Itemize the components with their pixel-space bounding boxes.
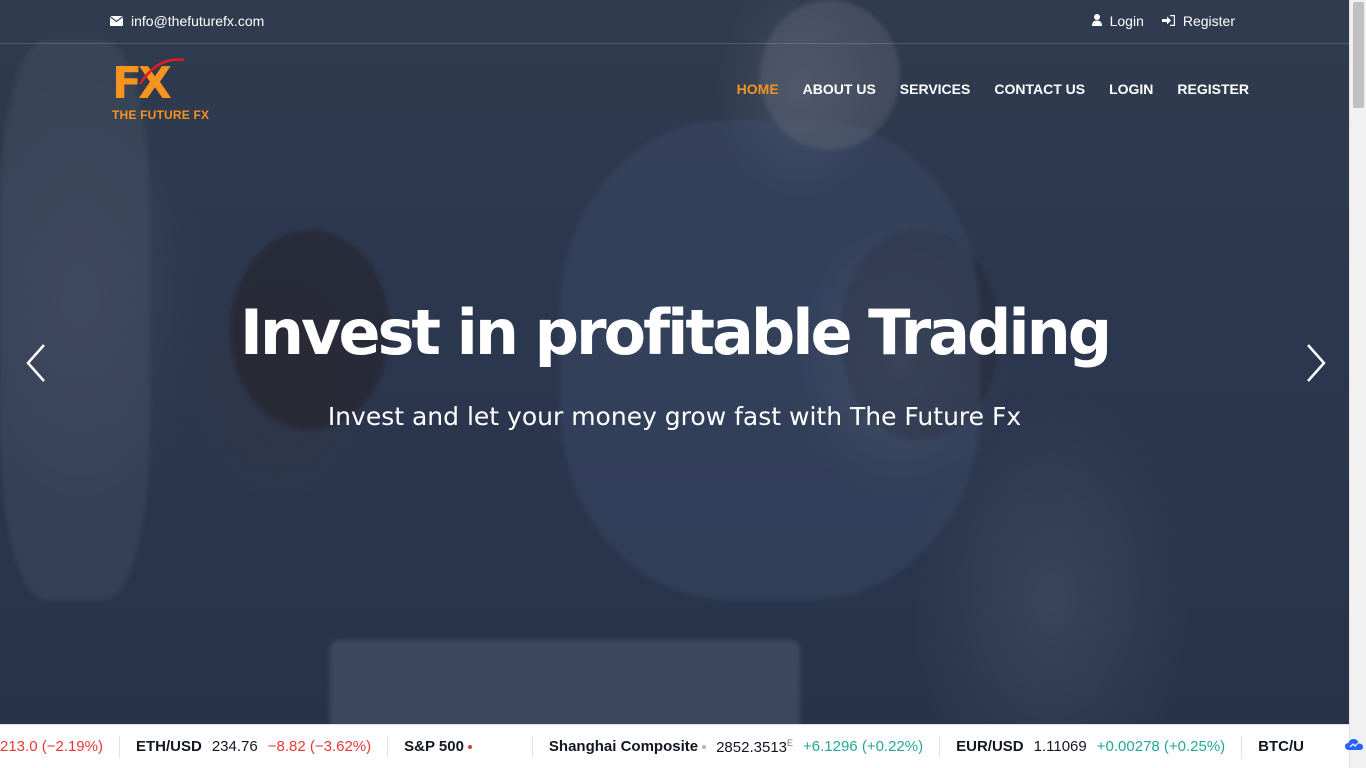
market-status-dot xyxy=(467,744,472,749)
chevron-right-icon xyxy=(1307,344,1326,382)
ticker-symbol: S&P 500 xyxy=(404,738,464,755)
hero-laptop-shape xyxy=(330,640,800,724)
nav-services[interactable]: SERVICES xyxy=(900,81,971,97)
ticker-symbol: Shanghai Composite xyxy=(548,738,699,755)
ticker-price-suffix: E xyxy=(787,737,794,748)
brand-logo[interactable]: FX THE FUTURE FX xyxy=(112,58,222,122)
nav-about-us[interactable]: ABOUT US xyxy=(803,81,876,97)
contact-email[interactable]: info@thefuturefx.com xyxy=(109,13,265,29)
nav-login[interactable]: LOGIN xyxy=(1109,81,1153,97)
nav-home[interactable]: HOME xyxy=(737,81,779,97)
user-icon xyxy=(1091,13,1102,29)
main-nav: HOME ABOUT US SERVICES CONTACT US LOGIN … xyxy=(737,81,1249,97)
carousel-prev-button[interactable] xyxy=(22,343,52,383)
ticker-item[interactable]: S&P 500 xyxy=(388,735,533,758)
hero-subline: Invest and let your money grow fast with… xyxy=(327,402,1022,431)
logo-swoosh-icon xyxy=(138,58,185,85)
topbar-login-link[interactable]: Login xyxy=(1091,13,1144,29)
register-label: Register xyxy=(1182,13,1235,29)
scrollbar-thumb[interactable] xyxy=(1353,2,1364,108)
hero-headline: Invest in profitable Trading xyxy=(239,296,1112,369)
ticker-item[interactable]: Shanghai Composite 2852.3513E +6.1296 (+… xyxy=(533,735,941,758)
logo-mark: FX xyxy=(112,58,222,108)
ticker-symbol: ETH/USD xyxy=(136,738,202,755)
ticker-symbol: BTC/U xyxy=(1258,738,1304,755)
tradingview-cloud-icon[interactable] xyxy=(1344,736,1364,754)
top-bar: info@thefuturefx.com Login Register xyxy=(0,0,1349,44)
email-text: info@thefuturefx.com xyxy=(131,13,265,29)
nav-contact-us[interactable]: CONTACT US xyxy=(994,81,1085,97)
auth-links: Login Register xyxy=(1091,13,1235,29)
envelope-icon xyxy=(109,13,124,29)
chevron-left-icon xyxy=(26,344,45,382)
ticker-item[interactable]: EUR/USD 1.11069 +0.00278 (+0.25%) xyxy=(940,735,1243,758)
ticker-change: +6.1296 (+0.22%) xyxy=(803,738,924,755)
ticker-change: 213.0 (−2.19%) xyxy=(0,738,103,755)
ticker-price: 2852.3513E xyxy=(716,738,793,756)
ticker-item[interactable]: ETH/USD 234.76 −8.82 (−3.62%) xyxy=(120,735,389,758)
ticker-price: 234.76 xyxy=(211,738,258,755)
market-status-dot xyxy=(702,744,707,749)
ticker-price-value: 2852.3513 xyxy=(716,738,787,756)
ticker-change: −8.82 (−3.62%) xyxy=(267,738,372,755)
login-label: Login xyxy=(1109,13,1144,29)
ticker-change: +0.00278 (+0.25%) xyxy=(1096,738,1226,755)
page-scrollbar[interactable] xyxy=(1349,0,1366,768)
sign-in-icon xyxy=(1161,13,1176,29)
ticker-item[interactable]: 213.0 (−2.19%) xyxy=(0,735,120,758)
carousel-next-button[interactable] xyxy=(1300,343,1330,383)
market-ticker: 213.0 (−2.19%) ETH/USD 234.76 −8.82 (−3.… xyxy=(0,724,1349,768)
ticker-item[interactable]: BTC/U xyxy=(1242,736,1320,758)
ticker-symbol: EUR/USD xyxy=(956,738,1024,755)
logo-text: THE FUTURE FX xyxy=(112,108,210,122)
topbar-register-link[interactable]: Register xyxy=(1161,13,1235,29)
nav-register[interactable]: REGISTER xyxy=(1177,81,1249,97)
ticker-price: 1.11069 xyxy=(1033,738,1087,755)
